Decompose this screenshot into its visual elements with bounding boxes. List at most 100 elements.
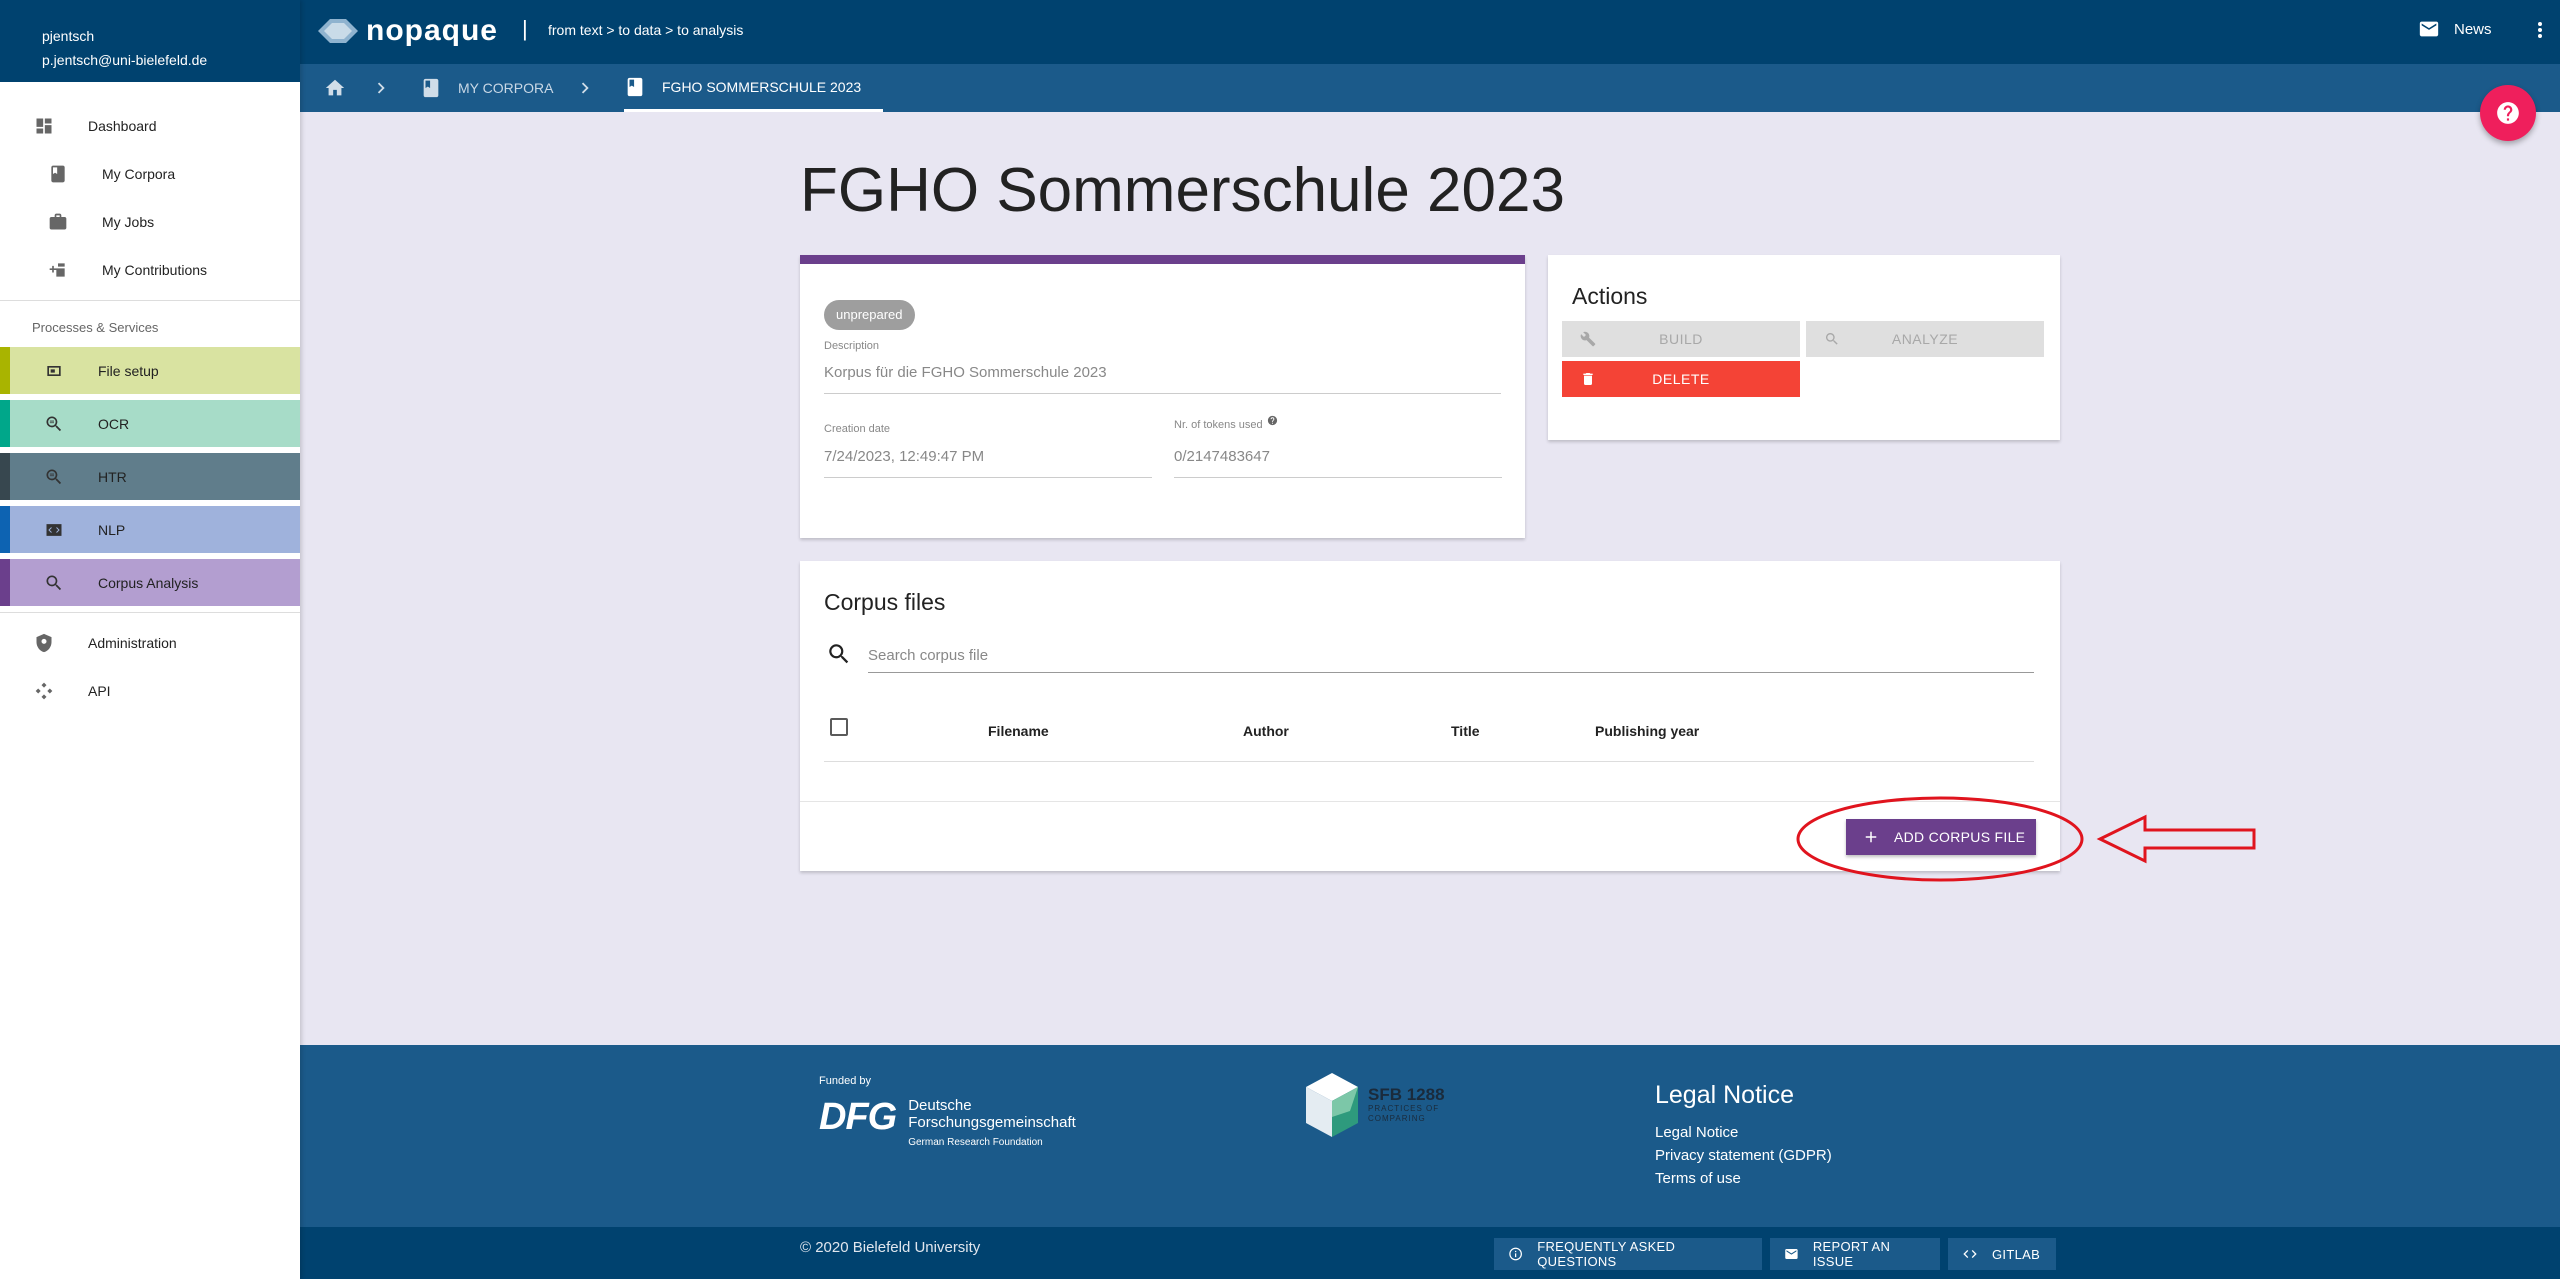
admin-icon [34,633,54,653]
select-all-checkbox[interactable] [830,718,848,736]
table-divider [824,761,2034,762]
sidebar-item-htr[interactable]: HTR [0,453,300,500]
card-action-divider [800,801,2060,802]
actions-card: Actions Build Analyze Delete [1548,255,2060,440]
help-icon[interactable] [1267,415,1278,426]
chevron-right-icon [377,82,385,94]
sidebar-item-label: Dashboard [88,118,157,134]
contribution-icon [48,260,68,280]
chevron-right-icon [581,82,589,94]
page-title: FGHO Sommerschule 2023 [800,156,1565,225]
news-label: News [2454,20,2492,38]
breadcrumb-home[interactable] [324,64,346,112]
dfg-logo[interactable]: DFG Deutsche Forschungsgemeinschaft Germ… [819,1097,1076,1148]
sidebar-item-file-setup[interactable]: File setup [0,347,300,394]
nopaque-logo-icon [318,19,358,43]
creation-date-field: 7/24/2023, 12:49:47 PM [824,448,1152,478]
sfb-subtitle-line1: PRACTICES OF [1368,1104,1440,1113]
more-menu-button[interactable] [2528,18,2552,47]
code-icon [1963,1250,1977,1258]
delete-button[interactable]: Delete [1562,361,1800,397]
faq-button[interactable]: Frequently asked questions [1494,1238,1762,1270]
sidebar-item-label: My Jobs [102,214,155,230]
sidebar-item-corpus-analysis[interactable]: Corpus Analysis [0,559,300,606]
sidebar-item-api[interactable]: API [0,667,300,715]
news-link[interactable]: News [2418,18,2492,40]
analyze-label: Analyze [1891,331,1959,347]
wrench-icon [1580,331,1596,347]
brand-name: nopaque [366,14,498,47]
sidebar-item-my-jobs[interactable]: My Jobs [0,198,300,246]
build-button[interactable]: Build [1562,321,1800,357]
corpus-analysis-icon [44,573,64,593]
gitlab-label: GitLab [1992,1246,2041,1262]
api-icon [34,681,54,701]
file-setup-icon [44,361,64,381]
dfg-name-line2: Forschungsgemeinschaft [908,1114,1076,1131]
sidebar-item-my-corpora[interactable]: My Corpora [0,150,300,198]
report-issue-button[interactable]: Report an issue [1770,1238,1940,1270]
sidebar-item-my-contributions[interactable]: My Contributions [0,246,300,294]
column-header-title[interactable]: Title [1451,723,1480,739]
sidebar-item-nlp[interactable]: NLP [0,506,300,553]
service-accent-bar [0,347,10,394]
breadcrumb-my-corpora[interactable]: My Corpora [420,64,553,112]
tagline: from text > to data > to analysis [548,22,744,38]
faq-label: Frequently asked questions [1537,1239,1676,1269]
sidebar: pjentsch p.jentsch@uni-bielefeld.de Dash… [0,0,300,1279]
sidebar-item-dashboard[interactable]: Dashboard [0,102,300,150]
tokens-label-text: Nr. of tokens used [1174,419,1263,431]
tokens-field: 0/2147483647 [1174,448,1502,478]
sidebar-subheader: Processes & Services [32,319,159,335]
help-button[interactable] [2480,85,2536,141]
corpus-files-card: Corpus files Filename Author Title Publi… [800,561,2060,871]
description-label: Description [824,340,880,352]
search-corpus-file-input[interactable] [868,639,2034,673]
breadcrumb-label: FGHO Sommerschule 2023 [662,78,862,95]
nlp-icon [44,520,64,540]
brand-logo[interactable]: nopaque [318,14,498,48]
user-name: pjentsch [42,28,95,44]
copyright: © 2020 Bielefeld University [800,1239,981,1256]
column-header-author[interactable]: Author [1243,723,1289,739]
sfb-subtitle-line2: COMPARING [1368,1114,1426,1123]
add-icon [1865,831,1877,843]
tagline-separator: | [522,16,528,41]
user-email: p.jentsch@uni-bielefeld.de [42,52,208,68]
search-icon [826,641,852,672]
sidebar-item-label: NLP [98,521,126,538]
column-header-filename[interactable]: Filename [988,723,1049,739]
sidebar-item-ocr[interactable]: OCR [0,400,300,447]
dfg-subtitle: German Research Foundation [908,1137,1043,1148]
legal-notice-link[interactable]: Legal Notice [1655,1124,1738,1141]
book-icon [48,164,68,184]
sfb-logo[interactable]: SFB 1288 PRACTICES OF COMPARING [1302,1067,1445,1143]
dfg-mark: DFG [819,1096,897,1138]
corpus-files-title: Corpus files [824,589,946,615]
search-icon [1825,333,1838,345]
add-corpus-file-label: Add corpus file [1894,829,2026,845]
ocr-icon [44,414,64,434]
sidebar-item-label: HTR [98,468,127,485]
terms-of-use-link[interactable]: Terms of use [1655,1170,1741,1187]
column-header-publishing-year[interactable]: Publishing year [1595,723,1699,739]
sfb-title: SFB 1288 [1368,1085,1445,1104]
book-icon [627,77,643,96]
corpus-info-card: unprepared Description Korpus für die FG… [800,255,1525,538]
privacy-statement-link[interactable]: Privacy statement (GDPR) [1655,1147,1832,1164]
gitlab-button[interactable]: GitLab [1948,1238,2056,1270]
creation-date-label: Creation date [824,423,891,435]
analyze-button[interactable]: Analyze [1806,321,2044,357]
breadcrumb-current[interactable]: FGHO Sommerschule 2023 [624,64,884,112]
report-issue-label: Report an issue [1812,1239,1891,1269]
legal-notice-title: Legal Notice [1655,1081,1794,1109]
mail-icon [1785,1249,1798,1259]
sidebar-item-label: My Contributions [102,262,208,278]
sidebar-item-administration[interactable]: Administration [0,619,300,667]
add-corpus-file-button[interactable]: Add corpus file [1846,819,2036,855]
home-icon [325,79,345,96]
funded-by-label: Funded by [819,1075,871,1087]
status-badge: unprepared [824,300,915,330]
sidebar-item-label: Administration [88,635,177,651]
breadcrumb: My Corpora FGHO Sommerschule 2023 [300,64,2560,112]
